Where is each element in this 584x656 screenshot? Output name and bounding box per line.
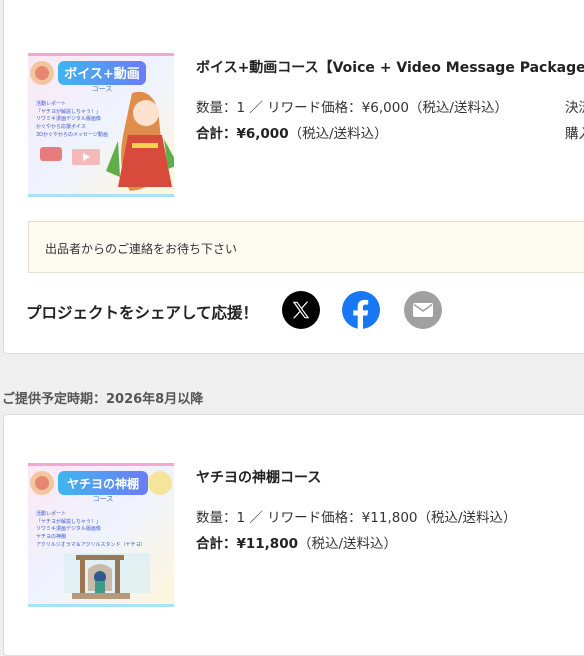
thumbnail-title-text: ボイス+動画 <box>64 66 140 82</box>
reward-thumbnail-kamidana[interactable]: ヤチヨの神棚 コース 活動レポート 「ヤチヨが解説しちゃう！」 リワミキ漫画デジ… <box>28 463 174 607</box>
total-line: 合計：¥11,800（税込/送料込） <box>196 532 397 552</box>
reward-thumbnail-voice-video[interactable]: ボイス+動画 コース 活動レポート 「ヤチヨが解説しちゃう！」 リワミキ漫画デジ… <box>28 53 174 197</box>
x-logo-icon <box>292 301 310 319</box>
thumbnail-item-5: アクリルジオラマ＆アクリルスタンド（ヤチヨ） <box>36 541 146 548</box>
thumbnail-item-3: リワミキ漫画デジタル版画像 <box>36 115 101 122</box>
mail-icon <box>413 303 433 317</box>
total-amount: 合計：¥6,000 <box>196 126 289 142</box>
total-tax-note: （税込/送料込） <box>288 126 388 142</box>
thumbnail-item-3: リワミキ漫画デジタル版画像 <box>36 525 101 532</box>
thumbnail-item-1: 活動レポート <box>36 510 66 517</box>
purchase-date-label: 購入 <box>565 126 584 142</box>
share-label: プロジェクトをシェアして応援！ <box>26 304 259 322</box>
thumbnail-subtitle-text: コース <box>92 85 113 93</box>
thumbnail-art: ボイス+動画 コース 活動レポート 「ヤチヨが解説しちゃう！」 リワミキ漫画デジ… <box>28 53 174 197</box>
share-mail-button[interactable] <box>404 291 442 329</box>
total-tax-note: （税込/送料込） <box>298 536 398 552</box>
delivery-period-heading: ご提供予定時期：2026年8月以降 <box>2 392 204 407</box>
quantity-price-line: 数量：1 ／ リワード価格：¥6,000（税込/送料込） <box>196 100 508 116</box>
payment-status-label: 決済 <box>565 100 584 116</box>
reward-title: ボイス+動画コース【Voice + Video Message Package】 <box>196 60 584 76</box>
facebook-icon <box>353 299 369 329</box>
thumbnail-item-4: かぐやから応援ボイス <box>36 123 86 130</box>
thumbnail-art: ヤチヨの神棚 コース 活動レポート 「ヤチヨが解説しちゃう！」 リワミキ漫画デジ… <box>28 463 174 607</box>
thumbnail-item-2: 「ヤチヨが解説しちゃう！」 <box>36 108 101 115</box>
seller-notice-text: 出品者からのご連絡をお待ち下さい <box>45 242 238 256</box>
thumbnail-item-5: 3Dかぐやからのメッセージ動画 <box>36 131 108 138</box>
thumbnail-subtitle-text: コース <box>93 495 114 503</box>
share-facebook-button[interactable] <box>342 291 380 329</box>
total-line: 合計：¥6,000（税込/送料込） <box>196 122 388 142</box>
thumbnail-item-1: 活動レポート <box>36 100 66 107</box>
thumbnail-item-4: ヤチヨの神棚 <box>36 533 66 540</box>
reward-title: ヤチヨの神棚コース <box>196 470 322 486</box>
share-x-button[interactable] <box>282 291 320 329</box>
thumbnail-item-2: 「ヤチヨが解説しちゃう！」 <box>36 518 101 525</box>
total-amount: 合計：¥11,800 <box>196 536 298 552</box>
seller-notice: 出品者からのご連絡をお待ち下さい <box>28 221 584 273</box>
reward-card-kamidana: ヤチヨの神棚 コース 活動レポート 「ヤチヨが解説しちゃう！」 リワミキ漫画デジ… <box>3 414 584 656</box>
quantity-price-line: 数量：1 ／ リワード価格：¥11,800（税込/送料込） <box>196 510 517 526</box>
reward-card-voice-video: ボイス+動画 コース 活動レポート 「ヤチヨが解説しちゃう！」 リワミキ漫画デジ… <box>3 0 584 354</box>
thumbnail-title-text: ヤチヨの神棚 <box>67 476 139 491</box>
